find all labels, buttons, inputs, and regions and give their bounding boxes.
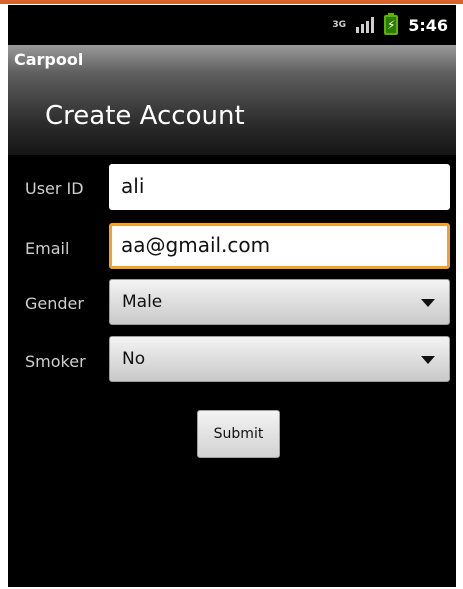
submit-button[interactable]: Submit xyxy=(197,410,280,458)
signal-strength-icon xyxy=(356,17,375,33)
email-label: Email xyxy=(25,239,70,258)
network-3g-icon: 3G xyxy=(332,19,347,30)
gender-label: Gender xyxy=(25,294,84,313)
page-header: Create Account xyxy=(8,73,456,155)
page-title: Create Account xyxy=(45,101,245,131)
smoker-selected-value: No xyxy=(122,349,146,369)
userid-value: ali xyxy=(121,174,145,198)
status-bar: 3G ⚡ 5:46 xyxy=(8,5,456,45)
smoker-select[interactable]: No xyxy=(109,336,450,382)
device-frame: 3G ⚡ 5:46 Carpool Create Account User ID… xyxy=(0,0,463,589)
email-field[interactable]: aa@gmail.com xyxy=(109,223,450,269)
app-title: Carpool xyxy=(14,50,84,69)
chevron-down-icon xyxy=(421,299,435,307)
app-title-bar: Carpool xyxy=(8,45,456,73)
gender-select[interactable]: Male xyxy=(109,279,450,325)
userid-label: User ID xyxy=(25,179,84,198)
email-value: aa@gmail.com xyxy=(121,233,271,257)
smoker-label: Smoker xyxy=(25,352,86,371)
gender-selected-value: Male xyxy=(122,292,163,312)
userid-field[interactable]: ali xyxy=(109,164,450,210)
chevron-down-icon xyxy=(421,356,435,364)
phone-screen: 3G ⚡ 5:46 Carpool Create Account User ID… xyxy=(8,5,456,587)
battery-charging-icon: ⚡ xyxy=(384,13,399,35)
status-time: 5:46 xyxy=(408,15,448,35)
status-icons: 3G ⚡ 5:46 xyxy=(332,13,448,35)
top-accent-line xyxy=(0,0,463,4)
